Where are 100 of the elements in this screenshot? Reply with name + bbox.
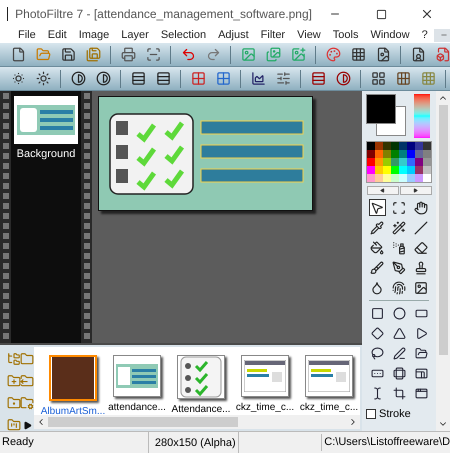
- triangle-icon[interactable]: [390, 325, 408, 342]
- circle-icon[interactable]: [390, 305, 408, 322]
- palette-swatch[interactable]: [367, 150, 375, 158]
- maximize-icon: [376, 8, 386, 20]
- palette-swatch[interactable]: [399, 150, 407, 158]
- pointer-icon[interactable]: [368, 199, 386, 216]
- palette-swatch[interactable]: [415, 174, 423, 182]
- horizontal-scrollbar[interactable]: [34, 415, 360, 429]
- palette-swatch[interactable]: [367, 166, 375, 174]
- palette-swatch[interactable]: [367, 142, 375, 150]
- palette-swatch[interactable]: [375, 174, 383, 182]
- palette-swatch[interactable]: [399, 142, 407, 150]
- palette-swatch[interactable]: [391, 142, 399, 150]
- pen-icon[interactable]: [390, 259, 408, 276]
- palette-swatch[interactable]: [375, 158, 383, 166]
- smudge-icon[interactable]: [390, 279, 408, 296]
- palette-swatch[interactable]: [375, 142, 383, 150]
- folder-plus-icon[interactable]: [6, 373, 22, 389]
- menu-item[interactable]: View: [291, 28, 327, 42]
- menu-item[interactable]: Image: [72, 28, 116, 42]
- palette-swatch[interactable]: [407, 174, 415, 182]
- palette-prev-button[interactable]: [366, 186, 398, 195]
- selection-icon[interactable]: [390, 199, 408, 216]
- menu-item[interactable]: Window: [364, 28, 416, 42]
- palette-swatch[interactable]: [407, 166, 415, 174]
- image-size: 280x150 (Alpha): [148, 432, 238, 453]
- eraser-icon[interactable]: [412, 239, 430, 256]
- close-icon: [420, 7, 434, 21]
- palette-swatch[interactable]: [383, 174, 391, 182]
- folder-tree-icon[interactable]: [6, 351, 22, 367]
- folder-cog-icon[interactable]: [19, 395, 35, 411]
- palette-next-button[interactable]: [400, 186, 432, 195]
- palette-swatch[interactable]: [423, 142, 431, 150]
- palette-swatch[interactable]: [399, 158, 407, 166]
- folder-grid-icon[interactable]: [6, 417, 22, 433]
- menu-item[interactable]: Edit: [42, 28, 73, 42]
- screenshot-thumbnail-drawing: [308, 360, 350, 392]
- palette-swatch[interactable]: [399, 174, 407, 182]
- banner-thumbnail-drawing: [116, 364, 158, 388]
- palette-swatch[interactable]: [375, 166, 383, 174]
- checklist-thumbnail-drawing: [180, 356, 222, 398]
- palette-swatch[interactable]: [415, 150, 423, 158]
- palette-swatch[interactable]: [375, 150, 383, 158]
- folder-save-icon[interactable]: [19, 373, 35, 389]
- menu-item[interactable]: Filter: [254, 28, 292, 42]
- palette-swatch[interactable]: [383, 150, 391, 158]
- palette-swatch[interactable]: [367, 158, 375, 166]
- doc-minimize-button[interactable]: [434, 28, 450, 42]
- palette-swatch[interactable]: [415, 142, 423, 150]
- palette-swatch[interactable]: [423, 166, 431, 174]
- hand-icon[interactable]: [412, 199, 430, 216]
- vertical-scrollbar[interactable]: [436, 91, 450, 431]
- menu-item[interactable]: ?: [416, 28, 434, 42]
- menu-item[interactable]: Layer: [115, 28, 155, 42]
- menu-item[interactable]: Selection: [154, 28, 212, 42]
- color-spectrum[interactable]: [414, 94, 430, 138]
- window-title: PhotoFiltre 7 - [attendance_management_software.png]: [15, 6, 312, 23]
- brush-icon[interactable]: [368, 259, 386, 276]
- palette-swatch[interactable]: [391, 158, 399, 166]
- portrait-icon[interactable]: [412, 279, 430, 296]
- palette-swatch[interactable]: [383, 166, 391, 174]
- palette-swatch[interactable]: [415, 158, 423, 166]
- stroke-checkbox[interactable]: Stroke: [366, 406, 432, 422]
- spray-can-icon[interactable]: [390, 239, 408, 256]
- palette-swatch[interactable]: [423, 158, 431, 166]
- menu-item[interactable]: Adjust: [212, 28, 255, 42]
- arrow-left-icon: [380, 188, 385, 193]
- folder-icon[interactable]: [19, 351, 35, 367]
- screenshot-thumbnail-drawing: [244, 360, 286, 392]
- menu-item[interactable]: Tools: [326, 28, 364, 42]
- diamond-icon[interactable]: [368, 325, 386, 342]
- file-name: attendance...: [108, 401, 166, 415]
- file-name: Attendance...: [172, 403, 230, 415]
- palette-swatch[interactable]: [391, 166, 399, 174]
- palette-swatch[interactable]: [407, 158, 415, 166]
- palette-swatch[interactable]: [407, 150, 415, 158]
- polygon-icon[interactable]: [390, 345, 408, 362]
- palette-swatch[interactable]: [407, 142, 415, 150]
- crop-icon[interactable]: [390, 385, 408, 402]
- palette-swatch[interactable]: [423, 150, 431, 158]
- file-name: ckz_time_c...: [236, 401, 294, 415]
- pipette-icon[interactable]: [368, 219, 386, 236]
- line-icon[interactable]: [412, 219, 430, 236]
- palette-swatch[interactable]: [391, 174, 399, 182]
- arrow-right-icon: [413, 188, 418, 193]
- palette-swatch[interactable]: [399, 166, 407, 174]
- palette-swatch[interactable]: [367, 174, 375, 182]
- palette-swatch[interactable]: [391, 150, 399, 158]
- menu-item[interactable]: File: [12, 28, 42, 42]
- palette-swatch[interactable]: [415, 166, 423, 174]
- file-path: C:\Users\Listoffreeware\D: [321, 434, 450, 451]
- color-swatches-drawing[interactable]: [366, 94, 406, 136]
- paint-bucket-icon[interactable]: [368, 239, 386, 256]
- lasso-icon[interactable]: [368, 345, 386, 362]
- palette-swatch[interactable]: [383, 142, 391, 150]
- magic-wand-icon[interactable]: [390, 219, 408, 236]
- folder-dashed-icon[interactable]: [6, 395, 22, 411]
- ratio-icon[interactable]: [390, 365, 408, 382]
- palette-swatch[interactable]: [383, 158, 391, 166]
- palette-swatch[interactable]: [423, 174, 431, 182]
